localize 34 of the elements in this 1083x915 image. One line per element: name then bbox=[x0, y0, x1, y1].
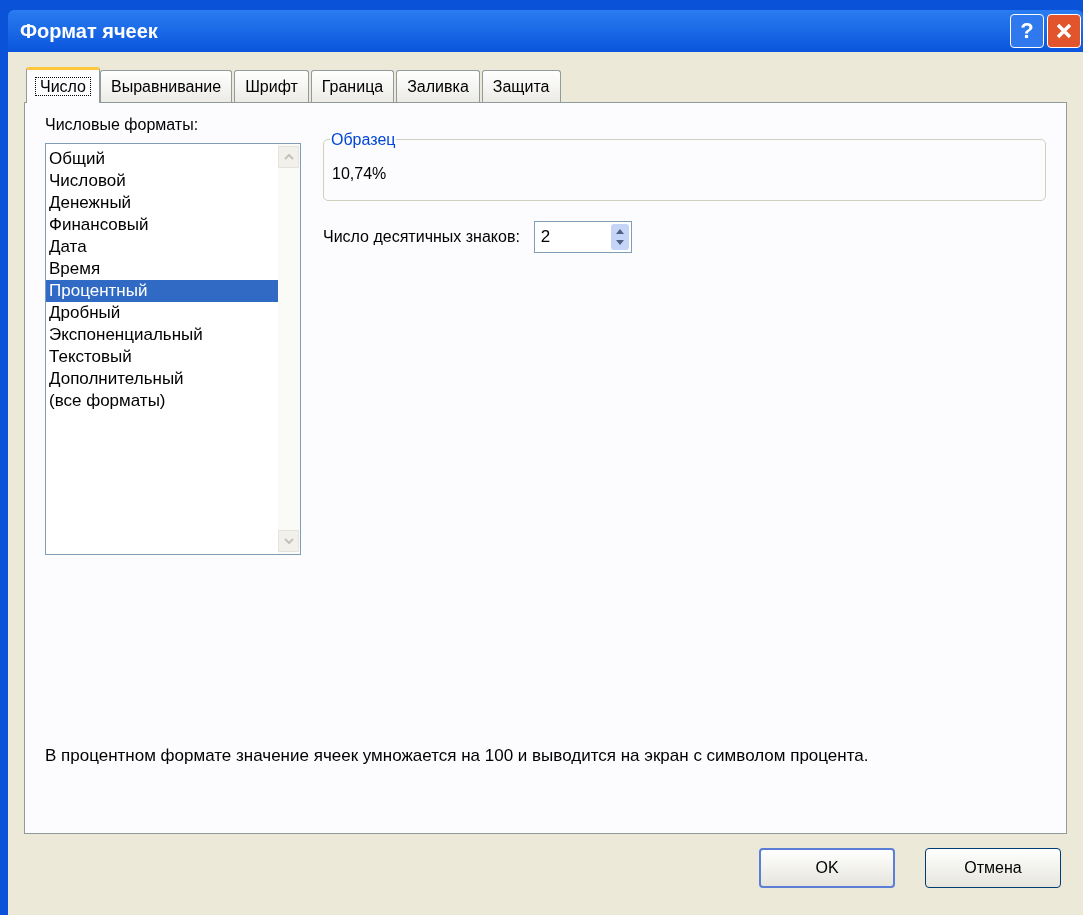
format-list[interactable]: Общий Числовой Денежный Финансовый Дата Время Процентный Дробный Экспоненциальный Текстовый Дополнительный (все форматы) bbox=[45, 143, 301, 555]
format-item[interactable]: Дата bbox=[46, 236, 278, 258]
dialog-button[interactable]: Отмена bbox=[925, 848, 1061, 888]
close-button[interactable] bbox=[1047, 14, 1081, 48]
format-item[interactable]: (все форматы) bbox=[46, 390, 278, 412]
format-item[interactable]: Общий bbox=[46, 148, 278, 170]
format-item[interactable]: Дробный bbox=[46, 302, 278, 324]
format-item[interactable]: Процентный bbox=[46, 280, 278, 302]
tab[interactable]: Заливка bbox=[396, 70, 480, 102]
format-item[interactable]: Финансовый bbox=[46, 214, 278, 236]
formats-label: Числовые форматы: bbox=[45, 115, 200, 135]
format-item[interactable]: Экспоненциальный bbox=[46, 324, 278, 346]
format-item[interactable]: Дополнительный bbox=[46, 368, 278, 390]
decimals-spinner[interactable]: 2 bbox=[533, 221, 632, 253]
scrollbar[interactable] bbox=[278, 144, 300, 554]
tab[interactable]: Защита bbox=[481, 70, 561, 102]
format-item[interactable]: Денежный bbox=[46, 192, 278, 214]
dialog-button[interactable]: OK bbox=[759, 848, 895, 888]
description: В процентном формате значение ячеек умножается на 100 и выводится на экран с символом процента. bbox=[45, 745, 870, 767]
window-title: Формат ячеек bbox=[20, 19, 158, 44]
help-button[interactable]: ? bbox=[1010, 14, 1044, 48]
scroll-down-button[interactable] bbox=[278, 530, 299, 552]
format-item[interactable]: Время bbox=[46, 258, 278, 280]
tab[interactable]: Выравнивание bbox=[100, 70, 233, 102]
format-item[interactable]: Текстовый bbox=[46, 346, 278, 368]
decimals-label: Число десятичных знаков: bbox=[323, 227, 520, 247]
scroll-up-button[interactable] bbox=[278, 146, 299, 168]
tab[interactable]: Граница bbox=[310, 70, 395, 102]
format-item[interactable]: Числовой bbox=[46, 170, 278, 192]
close-icon bbox=[1055, 22, 1073, 40]
spinner-arrows-icon bbox=[610, 224, 629, 250]
tab[interactable]: Шрифт bbox=[234, 70, 309, 102]
sample-value: 10,74% bbox=[332, 165, 387, 182]
tab[interactable]: Число bbox=[26, 67, 100, 103]
